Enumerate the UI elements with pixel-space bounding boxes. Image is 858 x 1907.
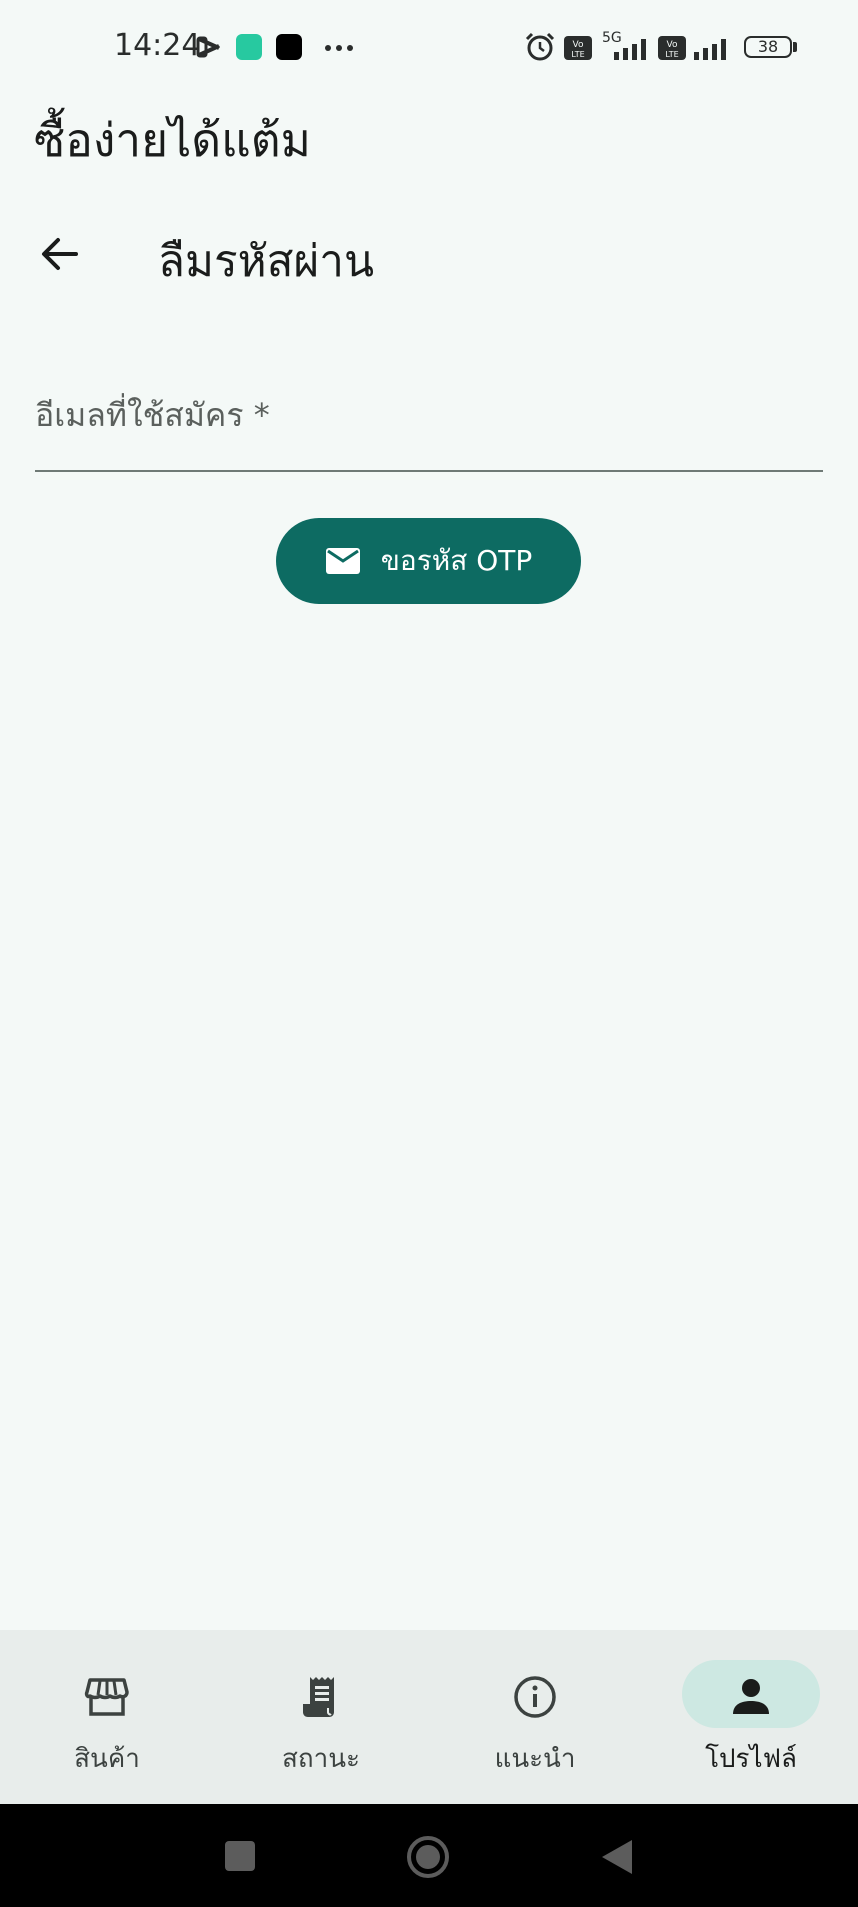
battery-tip (793, 42, 797, 52)
nav-item-products[interactable]: สินค้า (0, 1630, 214, 1804)
back-icon[interactable] (600, 1838, 634, 1876)
volte-icon: Vo LTE (564, 36, 592, 60)
nav-label: สินค้า (74, 1744, 140, 1774)
back-button[interactable] (30, 224, 90, 284)
svg-text:Vo: Vo (573, 40, 584, 50)
nav-item-status[interactable]: สถานะ (214, 1630, 428, 1804)
email-field-underline (35, 470, 823, 472)
recents-icon[interactable] (224, 1840, 256, 1872)
svg-text:LTE: LTE (665, 50, 678, 59)
request-otp-button[interactable]: ขอรหัส OTP (276, 518, 581, 604)
status-bar: 14:24 Vo LTE 5G Vo LTE 38 (0, 0, 858, 96)
signal-icon (694, 39, 726, 60)
status-time: 14:24 (114, 28, 201, 63)
nav-item-profile[interactable]: โปรไฟล์ (644, 1630, 858, 1804)
system-navigation-bar (0, 1804, 858, 1907)
svg-text:LTE: LTE (571, 50, 584, 59)
page-title: ลืมรหัสผ่าน (158, 236, 375, 287)
alarm-icon (525, 32, 555, 61)
bottom-navigation: สินค้า สถานะ แนะนำ โปรไฟล์ (0, 1630, 858, 1804)
store-icon (84, 1678, 129, 1716)
arrow-back-icon (42, 238, 78, 270)
email-field[interactable] (35, 380, 823, 470)
nav-label: โปรไฟล์ (705, 1744, 797, 1774)
home-icon[interactable] (405, 1834, 451, 1880)
svg-text:Vo: Vo (667, 40, 678, 50)
more-dots-icon (325, 45, 353, 51)
email-field-container[interactable]: อีเมลที่ใช้สมัคร * (35, 380, 823, 472)
app-title: ซื้อง่ายได้แต้ม (34, 113, 311, 167)
volte-icon: Vo LTE (658, 36, 686, 60)
request-otp-label: ขอรหัส OTP (380, 544, 533, 577)
nav-label: สถานะ (282, 1744, 360, 1774)
nav-item-recommend[interactable]: แนะนำ (428, 1630, 642, 1804)
battery-icon: 38 (744, 36, 792, 58)
signal-icon (614, 39, 646, 60)
nav-label: แนะนำ (494, 1744, 576, 1774)
info-icon (514, 1676, 556, 1718)
capcut-icon (196, 36, 220, 58)
mi-icon (236, 34, 262, 60)
receipt-icon (303, 1677, 334, 1717)
app-icon (276, 34, 302, 60)
mail-icon (325, 547, 361, 575)
person-icon (733, 1679, 769, 1714)
